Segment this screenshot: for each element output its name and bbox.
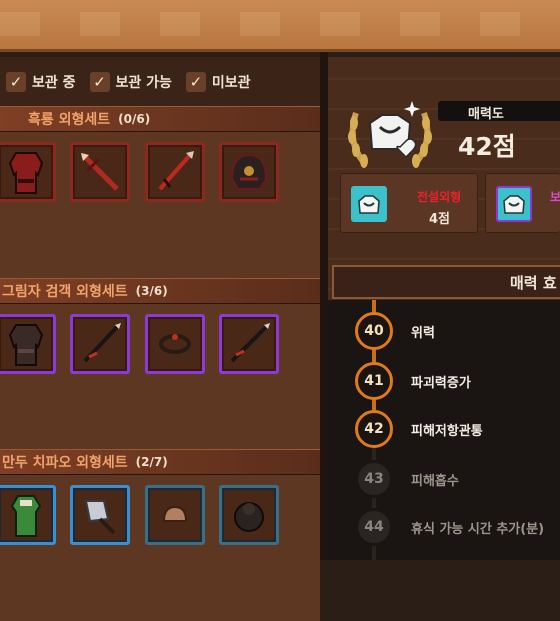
effect-name: 파괴력증가 bbox=[411, 375, 471, 391]
charm-panel: 매력도 42점 전설외형 4점 보 매력 효 40 위력 41 파괴력증가 42… bbox=[328, 57, 560, 560]
effect-row: 44 휴식 가능 시간 추가(분) bbox=[355, 508, 544, 546]
effect-row: 41 파괴력증가 bbox=[355, 362, 471, 400]
charm-effects-header: 매력 효 bbox=[332, 265, 560, 299]
top-banner bbox=[0, 0, 560, 52]
filter-stored[interactable]: ✓ 보관 중 bbox=[6, 72, 76, 92]
filter-storable[interactable]: ✓ 보관 가능 bbox=[89, 72, 172, 92]
item-slot[interactable] bbox=[70, 314, 130, 374]
filter-label: 보관 중 bbox=[32, 75, 76, 91]
armor-icon bbox=[8, 324, 44, 366]
spear-icon bbox=[81, 153, 119, 191]
set-count: (2/7) bbox=[135, 455, 168, 469]
charm-grade-card[interactable]: 보 bbox=[485, 173, 560, 233]
set-count: (0/6) bbox=[118, 112, 151, 126]
effect-name: 피해저항관통 bbox=[411, 423, 483, 439]
item-slot[interactable] bbox=[0, 314, 56, 374]
card-label: 전설외형 bbox=[417, 190, 462, 204]
charm-effects-title: 매력 효 bbox=[510, 273, 557, 292]
filter-bar: ✓ 보관 중 ✓ 보관 가능 ✓ 미보관 bbox=[0, 63, 320, 101]
helmet-icon bbox=[230, 153, 268, 190]
level-badge: 43 bbox=[355, 460, 393, 498]
qipao-icon bbox=[10, 495, 42, 537]
filter-label: 미보관 bbox=[211, 75, 251, 91]
hat-icon bbox=[234, 502, 264, 532]
panel-divider bbox=[320, 52, 328, 560]
set-header[interactable]: 그림자 검객 외형세트 (3/6) bbox=[0, 278, 320, 304]
level-badge: 40 bbox=[355, 312, 393, 350]
charm-grade-card[interactable]: 전설외형 4점 bbox=[340, 173, 478, 233]
set-items bbox=[0, 475, 320, 621]
checkbox-check-icon[interactable]: ✓ bbox=[89, 72, 110, 92]
sword-icon bbox=[158, 151, 194, 191]
set-header[interactable]: 흑룡 외형세트 (0/6) bbox=[0, 106, 320, 132]
armor-icon bbox=[8, 152, 44, 194]
effect-name: 피해흡수 bbox=[411, 473, 459, 489]
level-badge: 44 bbox=[355, 508, 393, 546]
effect-row: 40 위력 bbox=[355, 312, 435, 350]
item-slot[interactable] bbox=[70, 142, 130, 202]
collection-panel: ✓ 보관 중 ✓ 보관 가능 ✓ 미보관 흑룡 외형세트 (0/6) 그림자 검… bbox=[0, 57, 320, 621]
item-slot[interactable] bbox=[219, 485, 279, 545]
charm-emblem-icon bbox=[342, 87, 438, 173]
set-title: 그림자 검객 외형세트 bbox=[2, 284, 128, 300]
sword-icon bbox=[83, 323, 121, 363]
effect-row: 43 피해흡수 bbox=[355, 460, 459, 498]
item-slot[interactable] bbox=[0, 142, 56, 202]
charm-score: 42점 bbox=[458, 132, 516, 161]
item-slot[interactable] bbox=[145, 314, 205, 374]
effect-name: 위력 bbox=[411, 325, 435, 341]
set-count: (3/6) bbox=[135, 284, 168, 298]
level-badge: 41 bbox=[355, 362, 393, 400]
set-title: 만두 치파오 외형세트 bbox=[2, 455, 128, 471]
level-badge: 42 bbox=[355, 410, 393, 448]
charm-title: 매력도 bbox=[468, 107, 504, 122]
charm-effects-list: 40 위력 41 파괴력증가 42 피해저항관통 43 피해흡수 44 휴식 가… bbox=[328, 300, 560, 560]
item-slot[interactable] bbox=[0, 485, 56, 545]
set-items bbox=[0, 304, 320, 450]
filter-label: 보관 가능 bbox=[115, 75, 172, 91]
item-slot[interactable] bbox=[219, 314, 279, 374]
set-section: 만두 치파오 외형세트 (2/7) bbox=[0, 449, 320, 621]
item-slot[interactable] bbox=[219, 142, 279, 202]
legendary-charm-icon bbox=[351, 186, 387, 222]
set-title: 흑룡 외형세트 bbox=[28, 112, 111, 128]
cleaver-icon bbox=[84, 500, 116, 535]
checkbox-check-icon[interactable]: ✓ bbox=[185, 72, 206, 92]
effect-row: 42 피해저항관통 bbox=[355, 410, 483, 448]
sword-icon bbox=[230, 323, 270, 363]
checkbox-check-icon[interactable]: ✓ bbox=[6, 72, 26, 92]
item-slot[interactable] bbox=[145, 142, 205, 202]
item-slot[interactable] bbox=[145, 485, 205, 545]
set-items bbox=[0, 132, 320, 278]
card-value: 4점 bbox=[429, 212, 451, 227]
effect-name: 휴식 가능 시간 추가(분) bbox=[411, 521, 545, 537]
set-section: 흑룡 외형세트 (0/6) bbox=[0, 106, 320, 278]
epic-charm-icon bbox=[496, 186, 532, 222]
dumpling-icon bbox=[162, 505, 188, 522]
item-slot[interactable] bbox=[70, 485, 130, 545]
bracelet-icon bbox=[159, 334, 191, 354]
card-label: 보 bbox=[550, 190, 560, 204]
set-header[interactable]: 만두 치파오 외형세트 (2/7) bbox=[0, 449, 320, 475]
filter-not-stored[interactable]: ✓ 미보관 bbox=[185, 72, 251, 92]
set-section: 그림자 검객 외형세트 (3/6) bbox=[0, 278, 320, 450]
